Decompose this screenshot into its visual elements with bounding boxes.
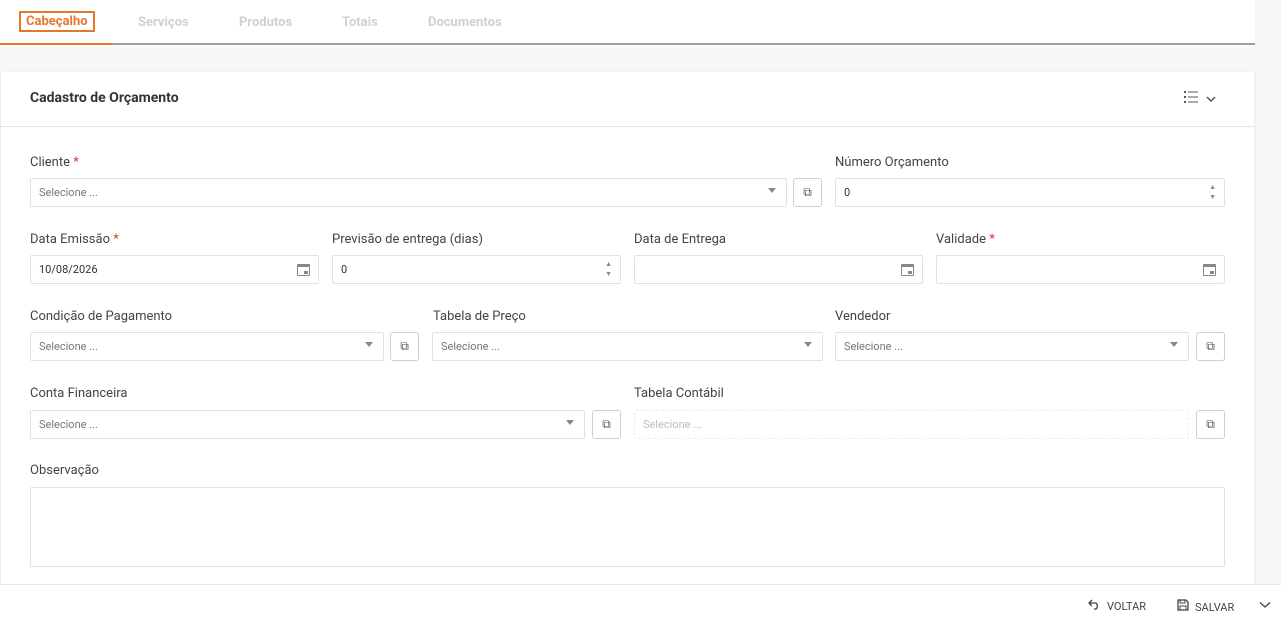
cliente-select[interactable]: Selecione ...	[30, 178, 787, 207]
save-button[interactable]: SALVAR	[1177, 599, 1234, 615]
back-button[interactable]: VOLTAR	[1088, 599, 1146, 614]
cliente-open-button[interactable]: ⧉	[793, 178, 822, 207]
tab-cabecalho[interactable]: Cabeçalho	[19, 11, 95, 32]
card-header-actions	[1184, 91, 1216, 107]
undo-arrow-icon	[1088, 599, 1101, 614]
caret-down-icon	[768, 188, 776, 193]
caret-down-icon	[804, 342, 812, 347]
list-icon[interactable]	[1184, 91, 1198, 107]
tab-servicos[interactable]: Serviços	[138, 15, 189, 30]
data-entrega-input[interactable]	[634, 255, 923, 284]
conta-financeira-open-button[interactable]: ⧉	[592, 410, 621, 439]
previsao-entrega-value: 0	[341, 263, 348, 276]
required-marker: *	[989, 232, 995, 247]
data-emissao-value: 10/08/2026	[39, 263, 98, 276]
required-marker: *	[113, 232, 119, 247]
data-emissao-label: Data Emissão *	[30, 232, 119, 247]
tab-active-indicator	[0, 43, 113, 45]
vendedor-select[interactable]: Selecione ...	[835, 332, 1189, 361]
external-link-icon: ⧉	[1206, 417, 1215, 431]
condicao-pagamento-open-button[interactable]: ⧉	[390, 332, 419, 361]
back-button-label: VOLTAR	[1107, 600, 1147, 613]
tab-bar: Cabeçalho Serviços Produtos Totais Docum…	[0, 0, 1255, 46]
external-link-icon: ⧉	[602, 417, 611, 431]
save-button-label: SALVAR	[1195, 600, 1235, 614]
stepper-icon[interactable]: ▲ ▼	[605, 259, 612, 279]
observacao-textarea[interactable]	[30, 487, 1225, 567]
previsao-entrega-input[interactable]: 0 ▲ ▼	[332, 255, 621, 284]
stepper-icon[interactable]: ▲ ▼	[1209, 182, 1216, 202]
caret-down-icon	[566, 420, 574, 425]
vendedor-label: Vendedor	[835, 309, 891, 324]
caret-down-icon	[365, 342, 373, 347]
calendar-icon[interactable]	[901, 264, 914, 276]
calendar-icon[interactable]	[297, 264, 310, 276]
card-title: Cadastro de Orçamento	[30, 90, 179, 106]
numero-orcamento-label: Número Orçamento	[835, 155, 949, 170]
conta-financeira-placeholder: Selecione ...	[39, 418, 98, 431]
tab-bar-divider	[0, 43, 1255, 45]
condicao-pagamento-label: Condição de Pagamento	[30, 309, 173, 324]
numero-orcamento-value: 0	[844, 186, 851, 199]
tabela-contabil-select: Selecione ...	[634, 410, 1189, 439]
condicao-pagamento-select[interactable]: Selecione ...	[30, 332, 384, 361]
conta-financeira-label: Conta Financeira	[30, 386, 128, 401]
tab-produtos[interactable]: Produtos	[239, 15, 292, 30]
conta-financeira-select[interactable]: Selecione ...	[30, 410, 585, 439]
data-entrega-label: Data de Entrega	[634, 232, 726, 247]
floppy-disk-icon	[1177, 599, 1189, 615]
vendedor-open-button[interactable]: ⧉	[1196, 332, 1225, 361]
required-marker: *	[73, 155, 79, 170]
external-link-icon: ⧉	[400, 339, 409, 353]
tabela-contabil-open-button[interactable]: ⧉	[1196, 410, 1225, 439]
numero-orcamento-input[interactable]: 0 ▲ ▼	[835, 178, 1225, 207]
calendar-icon[interactable]	[1203, 264, 1216, 276]
validade-label: Validade *	[936, 232, 995, 247]
previsao-entrega-label: Previsão de entrega (dias)	[332, 232, 483, 247]
card-header: Cadastro de Orçamento	[1, 72, 1254, 127]
tab-documentos[interactable]: Documentos	[428, 15, 502, 30]
tabela-preco-placeholder: Selecione ...	[441, 340, 500, 353]
caret-down-icon	[1170, 342, 1178, 347]
vendedor-placeholder: Selecione ...	[844, 340, 903, 353]
chevron-down-icon	[1259, 599, 1271, 612]
external-link-icon: ⧉	[803, 185, 812, 199]
tabela-contabil-placeholder: Selecione ...	[643, 418, 702, 431]
chevron-down-icon[interactable]	[1206, 92, 1216, 107]
cliente-label: Cliente *	[30, 155, 79, 170]
condicao-pagamento-placeholder: Selecione ...	[39, 340, 98, 353]
tabela-contabil-label: Tabela Contábil	[634, 386, 724, 401]
footer-bar: VOLTAR SALVAR	[0, 584, 1281, 623]
tab-totais[interactable]: Totais	[342, 15, 378, 30]
tabela-preco-select[interactable]: Selecione ...	[432, 332, 823, 361]
tabela-preco-label: Tabela de Preço	[433, 309, 526, 324]
external-link-icon: ⧉	[1206, 339, 1215, 353]
cliente-placeholder: Selecione ...	[39, 186, 98, 199]
observacao-label: Observação	[30, 463, 99, 478]
save-options-toggle[interactable]	[1259, 599, 1271, 612]
validade-input[interactable]	[936, 255, 1225, 284]
data-emissao-input[interactable]: 10/08/2026	[30, 255, 319, 284]
